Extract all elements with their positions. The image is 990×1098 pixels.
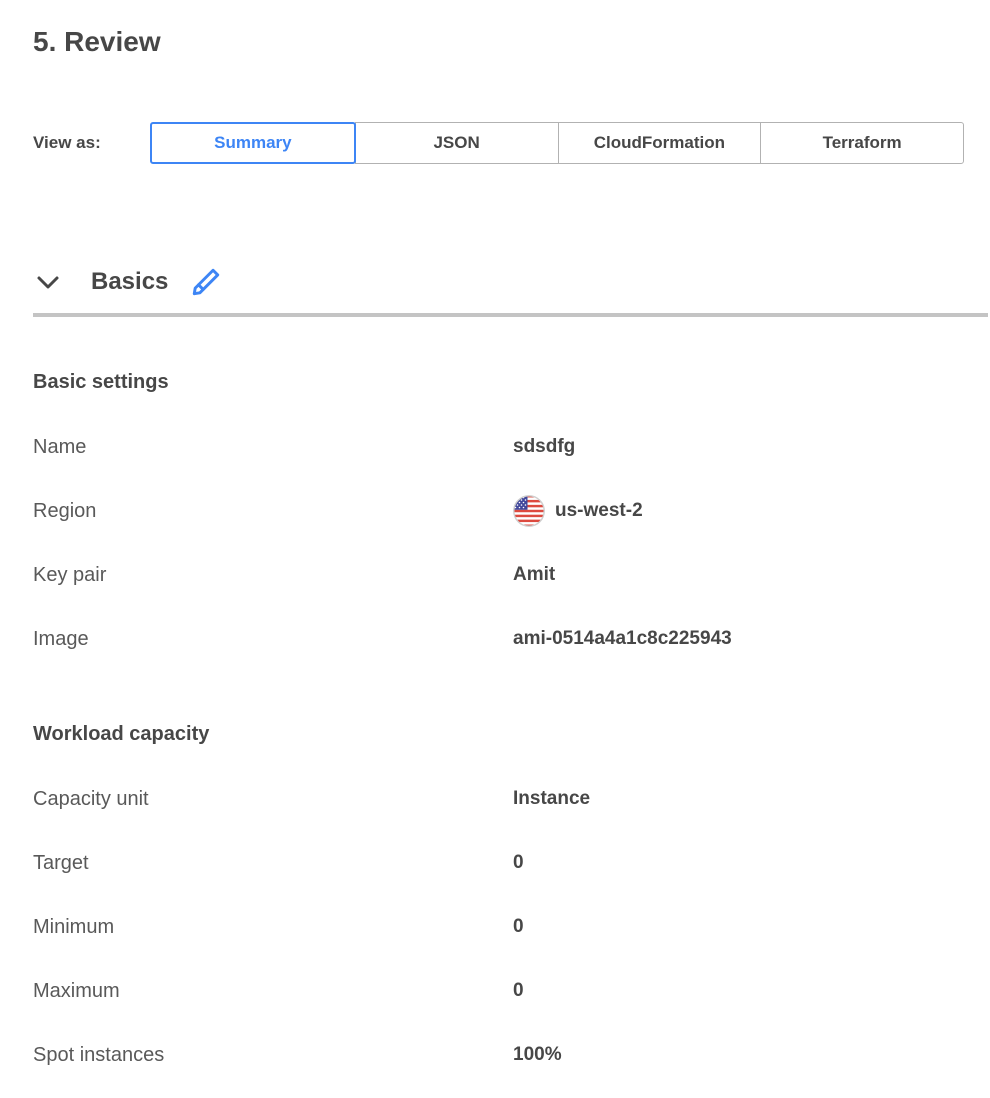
basics-divider — [33, 313, 988, 317]
row-value: 100% — [513, 1044, 990, 1066]
row-value: 0 — [513, 852, 990, 874]
row-label: Key pair — [33, 564, 513, 587]
row-minimum: Minimum 0 — [33, 895, 990, 959]
view-as-summary-button[interactable]: Summary — [150, 122, 356, 164]
row-capacity-unit: Capacity unit Instance — [33, 767, 990, 831]
row-maximum: Maximum 0 — [33, 959, 990, 1023]
row-label: Minimum — [33, 916, 513, 939]
workload-capacity-heading: Workload capacity — [33, 721, 990, 747]
view-as-button-group: Summary JSON CloudFormation Terraform — [150, 122, 964, 164]
region-value-text: us-west-2 — [555, 500, 643, 522]
row-label: Name — [33, 436, 513, 459]
row-label: Capacity unit — [33, 788, 513, 811]
row-region: Region — [33, 479, 990, 543]
row-label: Spot instances — [33, 1044, 513, 1067]
us-flag-icon — [513, 495, 545, 527]
view-as-terraform-button[interactable]: Terraform — [760, 122, 964, 164]
row-label: Maximum — [33, 980, 513, 1003]
row-value: ami-0514a4a1c8c225943 — [513, 628, 990, 650]
row-key-pair: Key pair Amit — [33, 543, 990, 607]
row-label: Image — [33, 628, 513, 651]
row-label: Target — [33, 852, 513, 875]
row-value: 0 — [513, 980, 990, 1002]
row-spot-instances: Spot instances 100% — [33, 1023, 990, 1087]
row-target: Target 0 — [33, 831, 990, 895]
view-as-row: View as: Summary JSON CloudFormation Ter… — [33, 122, 990, 164]
row-value: 0 — [513, 916, 990, 938]
chevron-down-icon — [35, 269, 61, 295]
row-value: Instance — [513, 788, 990, 810]
page-title: 5. Review — [33, 26, 990, 58]
workload-capacity-rows: Capacity unit Instance Target 0 Minimum … — [33, 767, 990, 1087]
row-value: Amit — [513, 564, 990, 586]
view-as-label: View as: — [33, 122, 150, 164]
basics-section-header: Basics — [35, 260, 990, 304]
collapse-basics-button[interactable] — [35, 269, 61, 295]
edit-pencil-icon — [190, 266, 222, 298]
review-step-page: 5. Review View as: Summary JSON CloudFor… — [0, 26, 990, 1098]
row-label: Region — [33, 500, 513, 523]
row-name: Name sdsdfg — [33, 415, 990, 479]
basic-settings-rows: Name sdsdfg Region — [33, 415, 990, 671]
row-image: Image ami-0514a4a1c8c225943 — [33, 607, 990, 671]
view-as-json-button[interactable]: JSON — [355, 122, 559, 164]
view-as-cloudformation-button[interactable]: CloudFormation — [558, 122, 762, 164]
basics-section-title: Basics — [91, 268, 168, 296]
row-value: sdsdfg — [513, 436, 990, 458]
edit-basics-button[interactable] — [190, 266, 222, 298]
basic-settings-heading: Basic settings — [33, 369, 990, 395]
row-value: us-west-2 — [513, 495, 990, 527]
